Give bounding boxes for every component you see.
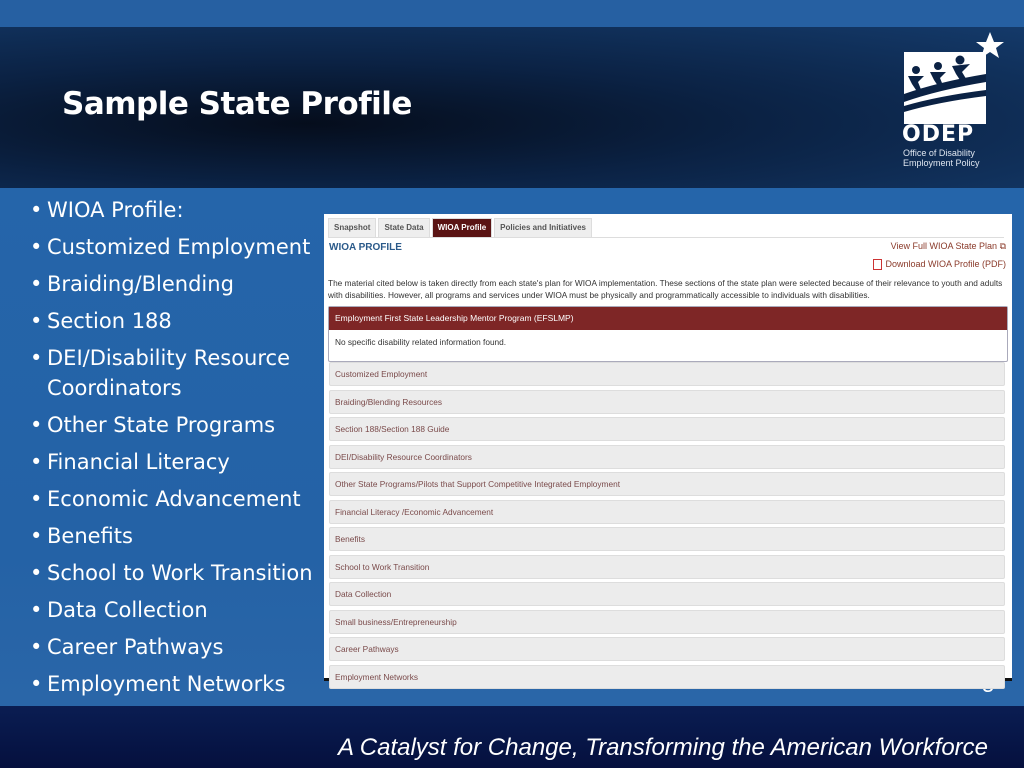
profile-description: The material cited below is taken direct… xyxy=(328,278,1003,300)
accordion-item[interactable]: Financial Literacy /Economic Advancement xyxy=(329,499,1005,524)
profile-tabs: Snapshot State Data WIOA Profile Policie… xyxy=(328,218,1004,238)
pdf-icon xyxy=(873,259,883,271)
bullet-item: Benefits xyxy=(30,521,313,551)
accordion-item[interactable]: Customized Employment xyxy=(329,362,1005,386)
wioa-profile-screenshot: Snapshot State Data WIOA Profile Policie… xyxy=(324,214,1012,689)
download-profile-link[interactable]: Download WIOA Profile (PDF) xyxy=(873,259,1006,271)
bullet-item: School to Work Transition xyxy=(30,558,313,588)
view-plan-link-label: View Full WIOA State Plan xyxy=(890,241,998,251)
logo-subtitle: Office of Disability Employment Policy xyxy=(903,148,980,168)
download-link-label: Download WIOA Profile (PDF) xyxy=(885,259,1006,269)
slide-footer: A Catalyst for Change, Transforming the … xyxy=(0,706,1024,768)
bullet-item: Section 188 xyxy=(30,306,313,336)
logo-wordmark: ODEP xyxy=(902,122,975,147)
bullet-item: Economic Advancement xyxy=(30,484,313,514)
bullet-item: WIOA Profile: xyxy=(30,195,313,225)
accordion-item[interactable]: Other State Programs/Pilots that Support… xyxy=(329,472,1005,496)
bullet-item: Other State Programs xyxy=(30,410,313,440)
tab-snapshot[interactable]: Snapshot xyxy=(328,218,377,238)
tab-policies[interactable]: Policies and Initiatives xyxy=(494,218,592,238)
accordion-item[interactable]: DEI/Disability Resource Coordinators xyxy=(329,444,1005,469)
accordion-item[interactable]: Benefits xyxy=(329,527,1005,551)
accordion-item[interactable]: Career Pathways xyxy=(329,637,1005,661)
bullet-item: DEI/Disability Resource Coordinators xyxy=(30,343,307,403)
accordion-item[interactable]: Section 188/Section 188 Guide xyxy=(329,417,1005,441)
tab-wioa-profile[interactable]: WIOA Profile xyxy=(431,218,493,238)
accordion-list: Customized Employment Braiding/Blending … xyxy=(329,362,1005,692)
accordion-open-section: Employment First State Leadership Mentor… xyxy=(328,306,1008,362)
accordion-item[interactable]: Small business/Entrepreneurship xyxy=(329,609,1005,634)
external-link-icon: ⧉ xyxy=(999,241,1006,251)
accordion-item[interactable]: Braiding/Blending Resources xyxy=(329,389,1005,414)
accordion-item[interactable]: Data Collection xyxy=(329,582,1005,606)
bullet-item: Braiding/Blending xyxy=(30,269,313,299)
top-strip xyxy=(0,0,1024,27)
bullet-item: Financial Literacy xyxy=(30,447,313,477)
bullet-item: Career Pathways xyxy=(30,632,313,662)
view-plan-link[interactable]: View Full WIOA State Plan ⧉ xyxy=(891,241,1006,252)
tab-state-data[interactable]: State Data xyxy=(378,218,430,238)
slide-title: Sample State Profile xyxy=(62,86,412,122)
accordion-item[interactable]: Employment Networks xyxy=(329,664,1005,689)
accordion-header[interactable]: Employment First State Leadership Mentor… xyxy=(329,307,1007,330)
accordion-body: No specific disability related informati… xyxy=(335,337,507,347)
bullet-list: WIOA Profile: Customized Employment Brai… xyxy=(30,195,313,706)
bullet-item: Customized Employment xyxy=(30,232,313,262)
profile-heading: WIOA PROFILE xyxy=(329,242,402,253)
bullet-item: Employment Networks xyxy=(30,669,313,699)
bullet-item: Data Collection xyxy=(30,595,313,625)
accordion-item[interactable]: School to Work Transition xyxy=(329,554,1005,579)
footer-tagline: A Catalyst for Change, Transforming the … xyxy=(337,734,988,761)
